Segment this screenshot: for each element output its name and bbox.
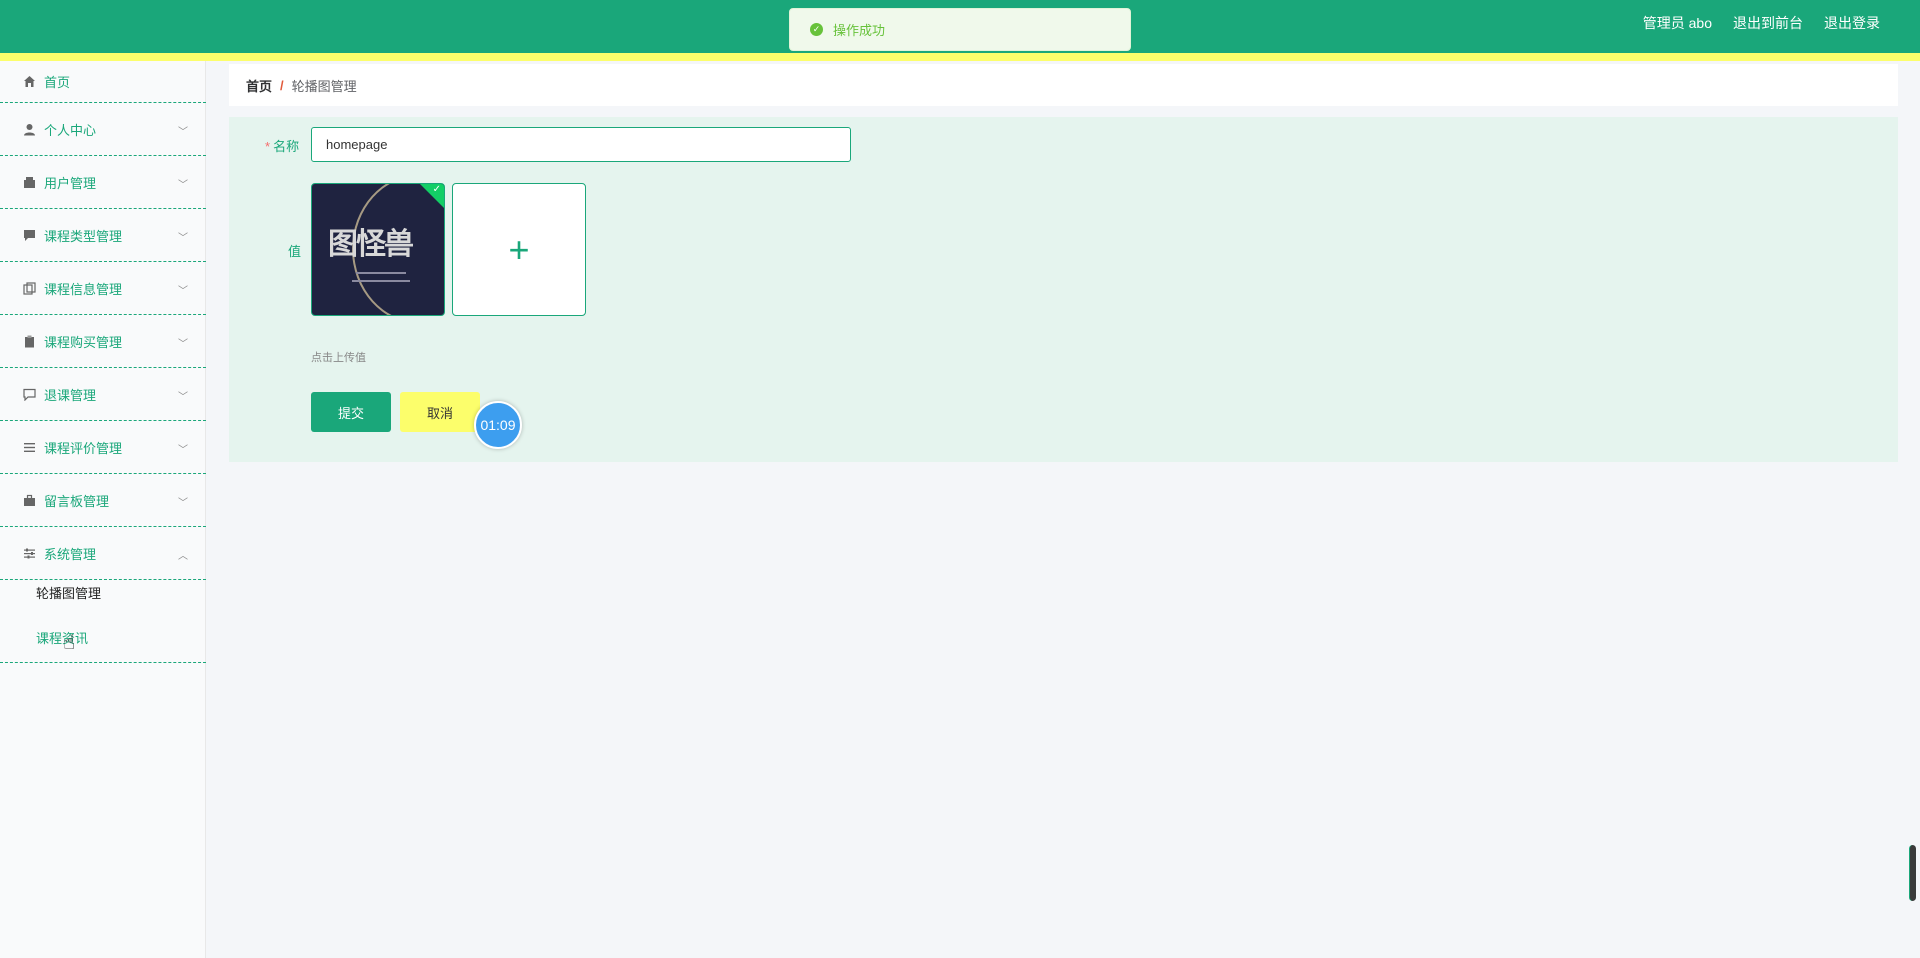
chevron-down-icon: ﹀ — [178, 444, 188, 456]
upload-add-button[interactable]: + — [452, 183, 586, 316]
sidebar-item-course-type[interactable]: 课程类型管理 ﹀ — [0, 210, 206, 262]
wallet-icon — [23, 176, 36, 189]
user-icon — [23, 123, 36, 136]
sidebar-item-withdrawal[interactable]: 退课管理 ﹀ — [0, 369, 206, 421]
copy-icon — [23, 282, 36, 295]
sidebar-item-label: 系统管理 — [44, 547, 97, 562]
sidebar-item-course-purchase[interactable]: 课程购买管理 ﹀ — [0, 316, 206, 368]
list-icon — [23, 441, 36, 454]
sidebar-item-message-board[interactable]: 留言板管理 ﹀ — [0, 475, 206, 527]
chat-icon — [23, 388, 36, 401]
sidebar-item-home[interactable]: 首页 — [0, 61, 206, 103]
thumbnail-line — [352, 280, 410, 282]
cancel-button[interactable]: 取消 — [400, 392, 480, 432]
top-links: 管理员 abo 退出到前台 退出登录 — [1643, 13, 1880, 33]
breadcrumb-current: 轮播图管理 — [291, 78, 357, 94]
settings-icon — [23, 547, 36, 560]
scrollbar-thumb[interactable] — [1909, 845, 1916, 901]
sidebar-item-label: 课程类型管理 — [44, 229, 123, 244]
breadcrumb-separator: / — [280, 77, 284, 93]
check-icon: ✓ — [432, 184, 441, 195]
sidebar: 首页 个人中心 ﹀ 用户管理 ﹀ 课程类型管理 ﹀ 课程信息管理 ﹀ 课程购买管… — [0, 61, 206, 958]
check-circle-icon: ✓ — [810, 23, 823, 36]
thumbnail-logo-text: 图怪兽 — [328, 227, 414, 262]
briefcase-icon — [23, 494, 36, 507]
sidebar-subitem-course-news[interactable]: 课程资讯 — [36, 628, 88, 647]
sidebar-subitem-carousel[interactable]: 轮播图管理 — [36, 583, 101, 602]
submit-button[interactable]: 提交 — [311, 392, 391, 432]
chevron-down-icon: ﹀ — [178, 285, 188, 297]
message-icon — [23, 229, 36, 242]
logout-link[interactable]: 退出登录 — [1824, 13, 1880, 33]
hand-cursor-icon: ☝ — [63, 632, 76, 654]
sidebar-item-system[interactable]: 系统管理 ︿ — [0, 528, 206, 580]
sidebar-divider — [0, 662, 206, 663]
breadcrumb-home[interactable]: 首页 — [246, 76, 272, 95]
sidebar-item-label: 留言板管理 — [44, 494, 110, 509]
top-accent-stripe — [0, 53, 1920, 61]
chevron-up-icon: ︿ — [178, 550, 188, 562]
thumbnail-line — [356, 272, 406, 274]
sidebar-item-label: 首页 — [44, 75, 71, 90]
chevron-down-icon: ﹀ — [178, 391, 188, 403]
sidebar-item-course-info[interactable]: 课程信息管理 ﹀ — [0, 263, 206, 315]
chevron-down-icon: ﹀ — [178, 338, 188, 350]
sidebar-item-label: 个人中心 — [44, 123, 97, 138]
admin-user-label: 管理员 abo — [1642, 15, 1712, 31]
home-icon — [23, 75, 36, 88]
exit-to-frontend-link[interactable]: 退出到前台 — [1733, 13, 1803, 33]
chevron-down-icon: ﹀ — [178, 232, 188, 244]
sidebar-item-label: 课程信息管理 — [44, 282, 123, 297]
sidebar-item-label: 退课管理 — [44, 388, 97, 403]
success-toast: ✓ 操作成功 — [789, 8, 1131, 51]
upload-hint: 点击上传值 — [311, 352, 366, 364]
uploaded-image-thumbnail[interactable]: 图怪兽 ✓ — [311, 183, 445, 316]
clipboard-icon — [23, 335, 36, 348]
required-mark: * — [265, 139, 271, 154]
name-input[interactable] — [311, 127, 851, 162]
value-label: 值 — [288, 244, 302, 259]
breadcrumb: 首页 / 轮播图管理 — [229, 64, 1898, 106]
sidebar-item-label: 用户管理 — [44, 176, 97, 191]
sidebar-item-user-management[interactable]: 用户管理 ﹀ — [0, 157, 206, 209]
name-label-text: 名称 — [273, 139, 300, 154]
chevron-down-icon: ﹀ — [178, 497, 188, 509]
sidebar-item-label: 课程购买管理 — [44, 335, 123, 350]
chevron-down-icon: ﹀ — [178, 126, 188, 138]
name-label: * 名称 — [265, 136, 299, 155]
sidebar-item-label: 课程评价管理 — [44, 441, 123, 456]
plus-icon: + — [508, 228, 530, 270]
timer-badge: 01:09 — [474, 401, 522, 449]
sidebar-item-course-review[interactable]: 课程评价管理 ﹀ — [0, 422, 206, 474]
chevron-down-icon: ﹀ — [178, 179, 188, 191]
sidebar-item-personal-center[interactable]: 个人中心 ﹀ — [0, 104, 206, 156]
toast-message: 操作成功 — [833, 23, 886, 38]
